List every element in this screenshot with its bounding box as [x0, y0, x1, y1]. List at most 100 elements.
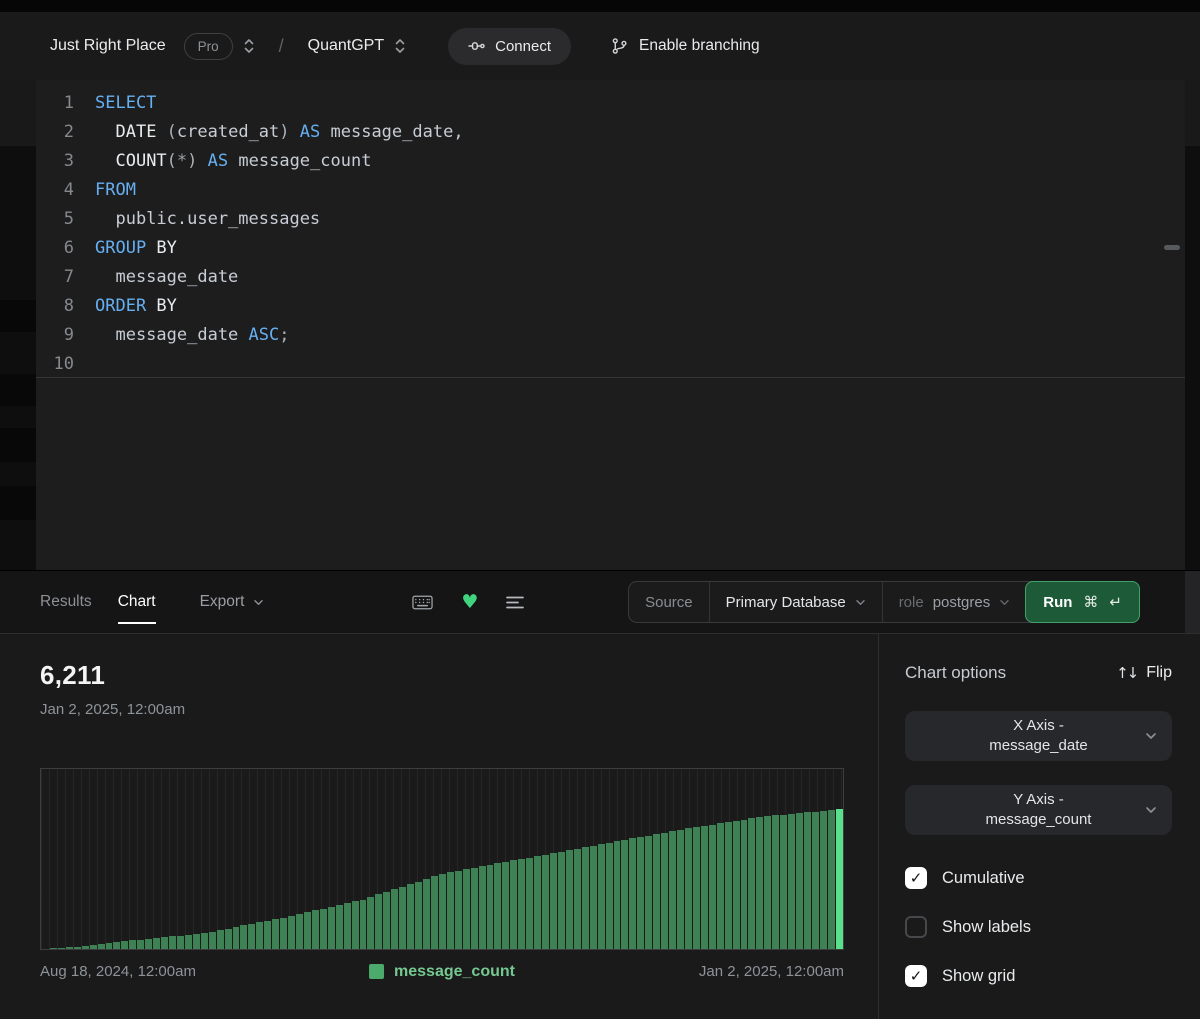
left-rail-item[interactable] [0, 428, 36, 462]
enable-branching-button[interactable]: Enable branching [611, 37, 760, 55]
chart-pane: 6,211 Jan 2, 2025, 12:00am Aug 18, 2024,… [0, 634, 878, 1019]
line-number: 9 [63, 324, 74, 345]
keyboard-icon[interactable] [412, 595, 434, 610]
left-rail-item[interactable] [0, 486, 36, 520]
tab-chart[interactable]: Chart [117, 593, 156, 624]
code-line[interactable]: 2 DATE (created_at) AS message_date, [36, 117, 1185, 146]
chart-bar [200, 933, 208, 949]
export-menu-button[interactable]: Export [200, 593, 265, 611]
chart-options-panel: Chart options ↑↓ Flip X Axis - message_d… [878, 634, 1200, 1019]
chart-bar [637, 836, 645, 949]
checkbox-show-grid[interactable]: ✓ Show grid [905, 965, 1172, 987]
chart-bar [184, 934, 192, 949]
chart-bar [780, 814, 788, 949]
chart-bar [748, 818, 756, 949]
database-select[interactable]: Primary Database [710, 582, 883, 622]
chart-bar [494, 863, 502, 949]
chart-bar [240, 925, 248, 949]
chart-bar [589, 845, 597, 949]
chart-bar [375, 894, 383, 949]
code-line[interactable]: 4 FROM [36, 175, 1185, 204]
workspace-switcher-chevrons-icon[interactable] [243, 37, 255, 55]
chevron-down-icon [254, 599, 264, 605]
legend[interactable]: message_count [369, 963, 515, 981]
left-rail-item[interactable] [0, 374, 36, 406]
toolbar-scrollbar-block[interactable] [1185, 571, 1200, 633]
project-switcher-chevrons-icon[interactable] [394, 37, 406, 55]
y-axis-select-line2: message_count [985, 811, 1092, 828]
checkbox-unchecked-icon[interactable] [905, 916, 927, 938]
flip-arrows-icon: ↑↓ [1116, 664, 1139, 682]
code-line[interactable]: 1 SELECT [36, 88, 1185, 117]
chart-bar [534, 856, 542, 949]
code-line[interactable]: 5 public.user_messages [36, 204, 1185, 233]
heart-icon[interactable]: ♥ [461, 591, 478, 613]
source-label: Source [645, 593, 693, 611]
x-axis-start-label: Aug 18, 2024, 12:00am [40, 963, 196, 980]
editor-region: 1 SELECT 2 DATE (created_at) AS message_da… [0, 80, 1200, 570]
chevron-down-icon [1145, 806, 1157, 814]
chart-bar [772, 815, 780, 949]
chart-bar [716, 823, 724, 949]
line-number: 4 [63, 179, 74, 200]
sql-editor[interactable]: 1 SELECT 2 DATE (created_at) AS message_da… [36, 80, 1185, 570]
left-rail-item[interactable] [0, 300, 36, 332]
project-name[interactable]: QuantGPT [308, 37, 384, 55]
role-select[interactable]: role postgres [883, 582, 1027, 622]
connect-label: Connect [495, 37, 551, 55]
align-lines-icon[interactable] [506, 595, 525, 610]
chart-bar [161, 937, 168, 949]
chart-bar [811, 811, 819, 949]
checkbox-checked-icon[interactable]: ✓ [905, 965, 927, 987]
editor-scrollbar-thumb[interactable] [1164, 245, 1180, 250]
chart-bar [542, 854, 549, 949]
command-key-icon: ⌘ [1083, 593, 1099, 611]
chart-bar [399, 886, 407, 949]
chart-bar [145, 938, 153, 949]
chart-bar [359, 899, 367, 949]
chart-bar [73, 946, 81, 949]
plot-footer: Aug 18, 2024, 12:00am message_count Jan … [40, 963, 844, 981]
chart-bar [835, 809, 843, 949]
chart-bar [169, 936, 176, 949]
toolbar-icons: ♥ [412, 591, 525, 613]
left-rail-top-block [0, 80, 36, 146]
connect-button[interactable]: Connect [448, 27, 571, 65]
source-label-cell: Source [629, 582, 710, 622]
legend-swatch-icon [369, 964, 385, 979]
legend-label: message_count [394, 962, 515, 980]
role-select-value: postgres [932, 593, 991, 611]
checkbox-cumulative[interactable]: ✓ Cumulative [905, 867, 1172, 889]
branch-icon [611, 37, 628, 55]
chart-bar [677, 829, 684, 949]
chart-bar [724, 822, 732, 949]
y-axis-select[interactable]: Y Axis - message_count [905, 785, 1172, 835]
code-line[interactable]: 6 GROUP BY [36, 233, 1185, 262]
chart-bar [343, 903, 351, 949]
chart-bar [438, 873, 446, 949]
chart-bar [597, 844, 605, 949]
chart-bar [581, 847, 589, 949]
checkbox-checked-icon[interactable]: ✓ [905, 867, 927, 889]
code-line[interactable]: 3 COUNT(*) AS message_count [36, 146, 1185, 175]
run-button[interactable]: Run ⌘ ↵ [1025, 581, 1140, 623]
flip-button[interactable]: ↑↓ Flip [1116, 664, 1172, 682]
code-line[interactable]: 10 [36, 349, 1185, 378]
tab-results[interactable]: Results [40, 593, 92, 611]
chart-bar [367, 896, 375, 949]
code-lines: 1 SELECT 2 DATE (created_at) AS message_da… [36, 88, 1185, 378]
checkbox-show-labels[interactable]: Show labels [905, 916, 1172, 938]
chart-bar [605, 842, 613, 949]
chart-bar [732, 820, 740, 949]
return-key-icon: ↵ [1109, 593, 1122, 611]
line-number: 1 [63, 92, 74, 113]
chart-bar [327, 906, 335, 949]
x-axis-select[interactable]: X Axis - message_date [905, 711, 1172, 761]
chart-bar [311, 910, 319, 949]
chevron-down-icon [1145, 732, 1157, 740]
code-line[interactable]: 9 message_date ASC; [36, 320, 1185, 349]
workspace-name[interactable]: Just Right Place [50, 37, 166, 55]
chart-bar [153, 937, 161, 949]
code-line[interactable]: 7 message_date [36, 262, 1185, 291]
code-line[interactable]: 8 ORDER BY [36, 291, 1185, 320]
